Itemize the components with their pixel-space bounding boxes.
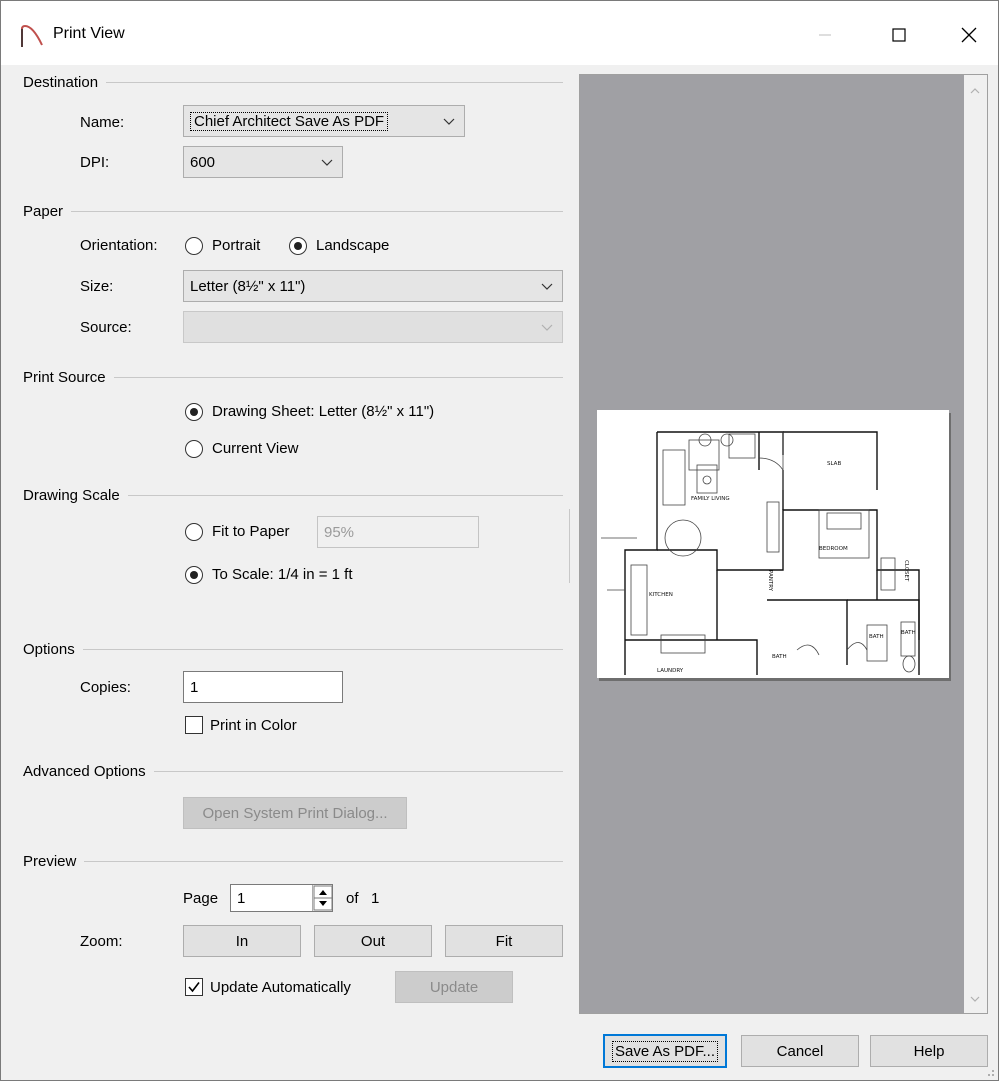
- cancel-label: Cancel: [776, 1042, 824, 1060]
- floorplan-pantry-label: PANTRY: [767, 570, 773, 592]
- help-label: Help: [913, 1042, 945, 1060]
- source-label: Source:: [80, 319, 132, 336]
- paper-source-select[interactable]: [183, 311, 563, 343]
- copies-value: 1: [190, 678, 199, 696]
- close-icon: [961, 27, 977, 43]
- chevron-down-icon: [541, 283, 553, 290]
- dpi-value: 600: [190, 153, 216, 171]
- cancel-button[interactable]: Cancel: [741, 1035, 859, 1067]
- zoom-in-button[interactable]: In: [183, 925, 301, 957]
- floorplan-kitchen-label: KITCHEN: [649, 592, 673, 598]
- drawing-scale-group-label: Drawing Scale: [23, 487, 128, 504]
- options-divider: [23, 649, 563, 650]
- fit-percent-field[interactable]: 95%: [317, 516, 479, 548]
- close-button[interactable]: [947, 15, 991, 55]
- floorplan-laundry-label: LAUNDRY: [657, 668, 684, 674]
- landscape-radio[interactable]: [289, 237, 307, 255]
- zoom-out-button[interactable]: Out: [314, 925, 432, 957]
- portrait-label[interactable]: Portrait: [212, 237, 260, 254]
- save-as-pdf-label: Save As PDF...: [611, 1040, 719, 1062]
- floorplan-slab-label: SLAB: [827, 461, 841, 467]
- drawing-sheet-radio[interactable]: [185, 403, 203, 421]
- chevron-down-icon: [541, 324, 553, 331]
- update-automatically-label[interactable]: Update Automatically: [210, 979, 351, 996]
- chevron-down-icon: [443, 118, 455, 125]
- title-bar[interactable]: Print View: [1, 1, 998, 65]
- scroll-down-icon: [970, 996, 980, 1002]
- chevron-down-icon: [321, 159, 333, 166]
- print-source-group-label: Print Source: [23, 369, 114, 386]
- page-spinner[interactable]: [312, 885, 333, 911]
- floorplan-bedroom-label: BEDROOM: [819, 546, 848, 552]
- open-system-print-dialog-label: Open System Print Dialog...: [202, 804, 388, 822]
- destination-group-label: Destination: [23, 74, 107, 91]
- chief-architect-logo-icon: [21, 24, 43, 47]
- dpi-select[interactable]: 600: [183, 146, 343, 178]
- minimize-icon: [819, 34, 831, 36]
- panel-splitter-handle[interactable]: [569, 509, 573, 583]
- paper-group-label: Paper: [23, 203, 72, 220]
- current-view-radio[interactable]: [185, 440, 203, 458]
- paper-divider: [23, 211, 563, 212]
- zoom-label: Zoom:: [80, 933, 123, 950]
- copies-input[interactable]: 1: [183, 671, 343, 703]
- resize-grip-icon[interactable]: [985, 1067, 995, 1077]
- fit-to-paper-label[interactable]: Fit to Paper: [212, 523, 290, 540]
- paper-size-select[interactable]: Letter (8½" x 11"): [183, 270, 563, 302]
- zoom-out-label: Out: [360, 932, 386, 950]
- update-button[interactable]: Update: [395, 971, 513, 1003]
- preview-divider: [23, 861, 563, 862]
- page-number-value: 1: [237, 889, 246, 907]
- portrait-radio[interactable]: [185, 237, 203, 255]
- spinner-arrows-icon: [313, 885, 333, 911]
- printer-name-select[interactable]: Chief Architect Save As PDF: [183, 105, 465, 137]
- landscape-label[interactable]: Landscape: [316, 237, 389, 254]
- print-view-dialog: Print View Destination Name: Chief Archi…: [0, 0, 999, 1081]
- update-automatically-checkbox[interactable]: [185, 978, 203, 996]
- floor-plan-drawing: FAMILY LIVING SLAB BEDROOM KITCHEN CLOSE…: [601, 431, 920, 675]
- name-label: Name:: [80, 114, 125, 131]
- orientation-label: Orientation:: [80, 237, 158, 254]
- print-in-color-checkbox[interactable]: [185, 716, 203, 734]
- zoom-fit-button[interactable]: Fit: [445, 925, 563, 957]
- to-scale-label[interactable]: To Scale: 1/4 in = 1 ft: [212, 566, 353, 583]
- to-scale-radio[interactable]: [185, 566, 203, 584]
- floorplan-bath-label-1: BATH: [869, 634, 884, 640]
- page-count: 1: [371, 890, 380, 907]
- floorplan-bath-label-3: BATH: [772, 654, 787, 660]
- update-button-label: Update: [429, 978, 479, 996]
- window-title: Print View: [53, 25, 125, 42]
- preview-group-label: Preview: [23, 853, 85, 870]
- scroll-up-icon: [970, 88, 980, 94]
- paper-size-value: Letter (8½" x 11"): [190, 277, 306, 295]
- preview-vertical-scrollbar[interactable]: [964, 75, 987, 1013]
- floorplan-family-label: FAMILY LIVING: [691, 496, 730, 502]
- copies-label: Copies:: [80, 679, 131, 696]
- size-label: Size:: [80, 278, 114, 295]
- zoom-in-label: In: [235, 932, 249, 950]
- print-in-color-label[interactable]: Print in Color: [210, 717, 297, 734]
- drawing-sheet-label[interactable]: Drawing Sheet: Letter (8½" x 11"): [212, 403, 434, 420]
- minimize-button[interactable]: [803, 15, 847, 55]
- zoom-fit-label: Fit: [495, 932, 513, 950]
- dpi-label: DPI:: [80, 154, 110, 171]
- fit-to-paper-radio[interactable]: [185, 523, 203, 541]
- preview-sheet-page: FAMILY LIVING SLAB BEDROOM KITCHEN CLOSE…: [597, 410, 949, 678]
- maximize-icon: [892, 28, 906, 42]
- save-as-pdf-button[interactable]: Save As PDF...: [603, 1034, 727, 1068]
- printer-name-value: Chief Architect Save As PDF: [190, 111, 389, 131]
- page-label: Page: [183, 890, 219, 907]
- fit-percent-value: 95%: [324, 523, 355, 541]
- checkmark-icon: [188, 982, 200, 993]
- open-system-print-dialog-button[interactable]: Open System Print Dialog...: [183, 797, 407, 829]
- maximize-button[interactable]: [877, 15, 921, 55]
- advanced-options-group-label: Advanced Options: [23, 763, 154, 780]
- options-group-label: Options: [23, 641, 83, 658]
- floorplan-bath-label-2: BATH: [901, 630, 916, 636]
- floorplan-closet-label: CLOSET: [903, 560, 909, 582]
- current-view-label[interactable]: Current View: [212, 440, 298, 457]
- help-button[interactable]: Help: [870, 1035, 988, 1067]
- of-label: of: [346, 890, 359, 907]
